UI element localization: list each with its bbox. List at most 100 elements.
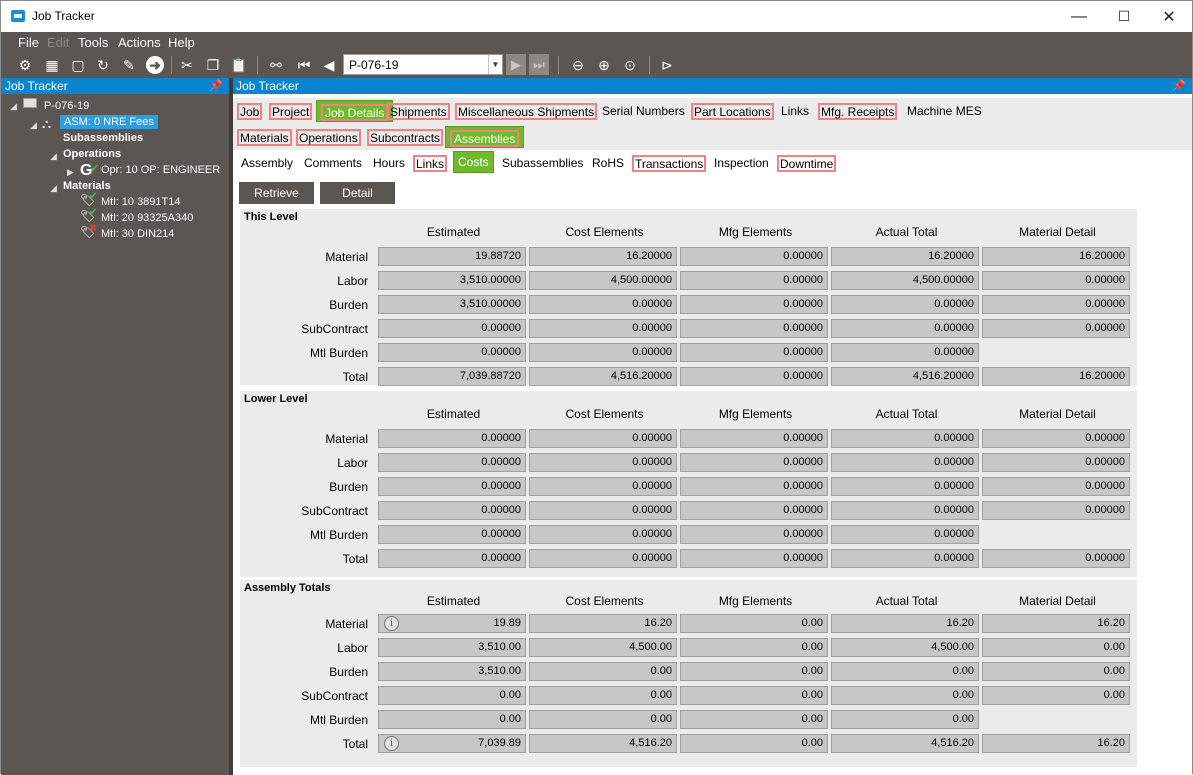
value-field: 0.00000	[680, 343, 828, 362]
binoculars-icon[interactable]: ⚯	[267, 56, 285, 74]
tree-node-material-30[interactable]: Mtl: 30 DIN214	[101, 228, 174, 240]
sewing-machine-icon[interactable]: ⚙	[16, 56, 34, 74]
row-label: SubContract	[301, 689, 368, 703]
tab-rohs[interactable]: RoHS	[590, 155, 626, 172]
tab-job[interactable]: Job	[237, 103, 263, 120]
tab-operations[interactable]: Operations	[296, 129, 361, 146]
home-icon[interactable]: ⊙	[621, 56, 639, 74]
arrow-right-icon[interactable]: ➜	[146, 56, 164, 74]
menu-help[interactable]: Help	[168, 35, 195, 50]
this-level-panel: This Level Estimated Cost Elements Mfg Elem…	[240, 209, 1137, 386]
refresh-icon[interactable]: ↻	[94, 56, 112, 74]
cut-icon[interactable]: ✂	[178, 56, 196, 74]
job-select[interactable]: P-076-19 ▼	[343, 54, 503, 75]
note-icon[interactable]: ▢	[69, 56, 87, 74]
column-header: Material Detail	[1019, 407, 1096, 421]
collapse-icon[interactable]: ◢	[10, 101, 17, 112]
back-icon[interactable]: ⊖	[569, 56, 587, 74]
tab-assembly[interactable]: Assembly	[239, 155, 295, 172]
prev-icon[interactable]: ◀	[320, 56, 338, 74]
menu-actions[interactable]: Actions	[118, 35, 161, 50]
collapse-icon[interactable]: ◢	[30, 120, 37, 131]
column-header: Cost Elements	[565, 225, 644, 239]
tab-misc-shipments[interactable]: Miscellaneous Shipments	[455, 103, 598, 120]
tab-subcontracts[interactable]: Subcontracts	[367, 129, 444, 146]
value-field: 0.00000	[831, 429, 979, 448]
collapse-icon[interactable]: ◢	[50, 151, 57, 162]
row-label: Total	[342, 552, 368, 566]
maximize-button[interactable]: ☐	[1101, 1, 1147, 32]
pin-icon[interactable]: 📌	[1172, 79, 1186, 92]
value-field: 0.00	[680, 734, 828, 753]
value-field: 4,516.20	[831, 734, 979, 753]
tree-panel: Job Tracker 📌 ◢ P-076-19 ◢ ⛬ ASM: 0 NRE …	[1, 78, 229, 775]
tab-mfg-receipts[interactable]: Mfg. Receipts	[818, 103, 898, 120]
tab-transactions[interactable]: Transactions	[632, 155, 707, 172]
value-text: 0.00000	[1085, 480, 1125, 492]
column-header: Material Detail	[1019, 225, 1096, 239]
value-field: 0.00000	[680, 295, 828, 314]
tab-comments[interactable]: Comments	[302, 155, 364, 172]
paste-icon[interactable]: 📋	[230, 56, 248, 74]
menu-tools[interactable]: Tools	[78, 35, 108, 50]
tree-node-material-10[interactable]: Mtl: 10 3891T14	[101, 196, 181, 208]
info-icon[interactable]: i	[384, 736, 399, 751]
tree-node-operations[interactable]: Operations	[63, 148, 121, 160]
value-field: 3,510.00000	[378, 271, 526, 290]
retrieve-button[interactable]: Retrieve	[239, 182, 314, 204]
tab-row-2: Materials Operations Subcontracts Assemb…	[233, 124, 1192, 150]
expand-icon[interactable]: ▶	[67, 167, 74, 178]
tab-hours[interactable]: Hours	[371, 155, 407, 172]
value-text: 16.20000	[1079, 250, 1125, 262]
close-button[interactable]: ✕	[1146, 1, 1192, 32]
play-icon[interactable]: ⊳	[658, 56, 676, 74]
tree-node-assembly[interactable]: ASM: 0 NRE Fees	[60, 115, 158, 129]
tab-part-locations[interactable]: Part Locations	[691, 103, 774, 120]
row-label: Mtl Burden	[309, 713, 368, 727]
tree-node-material-20[interactable]: Mtl: 20 93325A340	[101, 212, 193, 224]
tab-serial-numbers[interactable]: Serial Numbers	[600, 103, 687, 120]
value-text: 0.00000	[934, 432, 974, 444]
grid-icon[interactable]: ▦	[43, 56, 61, 74]
tab-links[interactable]: Links	[779, 103, 811, 120]
chevron-down-icon[interactable]: ▼	[488, 55, 502, 74]
tab-costs[interactable]: Costs	[453, 151, 494, 173]
collapse-icon[interactable]: ◢	[50, 183, 57, 194]
forward-icon[interactable]: ⊕	[595, 56, 613, 74]
value-text: 0.00000	[783, 528, 823, 540]
row-label: Burden	[329, 480, 368, 494]
tab-subassemblies[interactable]: Subassemblies	[500, 155, 585, 172]
broom-icon[interactable]: ✎	[120, 56, 138, 74]
tab-assemblies[interactable]: Assemblies	[445, 126, 525, 148]
first-icon[interactable]: ⏮	[295, 56, 313, 74]
job-select-value: P-076-19	[349, 58, 399, 72]
value-field: 0.00000	[831, 525, 979, 544]
value-field: 4,516.20	[529, 734, 677, 753]
check-icon: ✔	[90, 163, 100, 175]
value-field: 7,039.88720	[378, 367, 526, 386]
copy-icon[interactable]: ❐	[204, 56, 222, 74]
menu-file[interactable]: File	[18, 35, 39, 50]
value-text: 0.00000	[934, 528, 974, 540]
tab-shipments[interactable]: Shipments	[387, 103, 450, 120]
tree-panel-title-text: Job Tracker	[5, 79, 68, 93]
tree-node-materials[interactable]: Materials	[63, 180, 111, 192]
tab-inspection[interactable]: Inspection	[712, 155, 771, 172]
detail-button[interactable]: Detail	[320, 182, 395, 204]
tab-project[interactable]: Project	[269, 103, 313, 120]
value-field: 0.00	[529, 686, 677, 705]
tab-links-2[interactable]: Links	[413, 155, 448, 172]
value-field: 0.00000	[529, 477, 677, 496]
value-field: 0.00	[831, 662, 979, 681]
tree-node-operation[interactable]: Opr: 10 OP: ENGINEER	[101, 164, 220, 176]
tab-machine-mes[interactable]: Machine MES	[905, 103, 984, 120]
value-text: 0.00000	[783, 480, 823, 492]
tree-node-job[interactable]: P-076-19	[44, 100, 89, 112]
tree-node-subassemblies[interactable]: Subassemblies	[63, 132, 143, 144]
tab-job-details[interactable]: Job Details	[316, 100, 394, 122]
minimize-button[interactable]: —	[1056, 1, 1102, 32]
tab-materials[interactable]: Materials	[237, 129, 292, 146]
pin-icon[interactable]: 📌	[209, 79, 223, 92]
info-icon[interactable]: i	[384, 616, 399, 631]
tab-downtime[interactable]: Downtime	[777, 155, 837, 172]
